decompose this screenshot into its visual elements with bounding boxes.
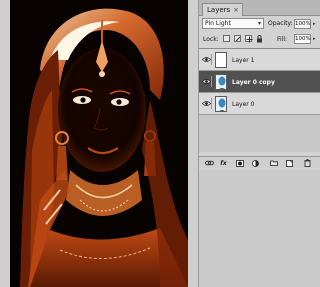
trash-icon[interactable] [303,159,312,167]
layer-thumbnail [215,52,227,68]
close-icon[interactable]: × [233,6,239,14]
tab-layers[interactable]: Layers × [202,3,244,16]
eye-icon[interactable] [201,76,212,87]
lock-pixels-icon[interactable] [234,35,241,42]
blend-mode-value: Pin Light [205,20,231,27]
layers-footer-toolbar: fx [199,156,320,168]
document-canvas-area [0,0,198,287]
adjustment-icon[interactable] [251,159,260,167]
new-layer-icon[interactable] [285,159,294,167]
layer-name: Layer 0 [232,101,255,108]
fx-icon[interactable]: fx [219,159,228,167]
empty-panel-area [199,170,320,287]
lock-options [223,35,263,43]
fill-slider-arrow-icon[interactable]: ▸ [313,36,316,42]
portrait-image [10,0,188,287]
opacity-input[interactable]: 100% [294,19,311,29]
lock-label: Lock: [203,36,219,43]
chevron-down-icon: ▾ [257,20,261,27]
layer-thumbnail [215,96,227,112]
mask-icon[interactable] [235,159,244,167]
opacity-label: Opacity: [268,20,293,27]
fill-label: Fill: [277,36,288,43]
layers-list: Layer 1 Layer 0 copy Layer 0 [199,48,320,152]
tab-layers-label: Layers [207,6,231,14]
inverted-portrait-artwork[interactable] [10,0,188,287]
eye-icon[interactable] [201,54,212,65]
lock-transparency-icon[interactable] [223,35,230,42]
layer-row-layer-0-copy[interactable]: Layer 0 copy [199,71,320,93]
lock-position-icon[interactable] [245,35,253,43]
lock-all-icon[interactable] [256,35,263,43]
link-icon[interactable] [205,159,214,167]
layer-row-layer-1[interactable]: Layer 1 [199,49,320,71]
layer-name: Layer 1 [232,57,255,64]
lock-fill-row: Lock: Fill: 100% ▸ [199,33,320,46]
group-folder-icon[interactable] [269,159,278,167]
panel-tab-strip: Layers × [199,0,320,16]
opacity-slider-arrow-icon[interactable]: ▸ [313,21,316,27]
layer-row-layer-0[interactable]: Layer 0 [199,93,320,115]
layers-panel: Layers × Pin Light ▾ Opacity: 100% ▸ Loc… [198,0,320,287]
blend-mode-select[interactable]: Pin Light ▾ [202,18,264,29]
layer-name: Layer 0 copy [232,79,275,86]
layer-thumbnail [215,74,227,90]
blend-opacity-row: Pin Light ▾ Opacity: 100% ▸ [199,18,320,31]
fill-input[interactable]: 100% [294,34,311,44]
eye-icon[interactable] [201,98,212,109]
